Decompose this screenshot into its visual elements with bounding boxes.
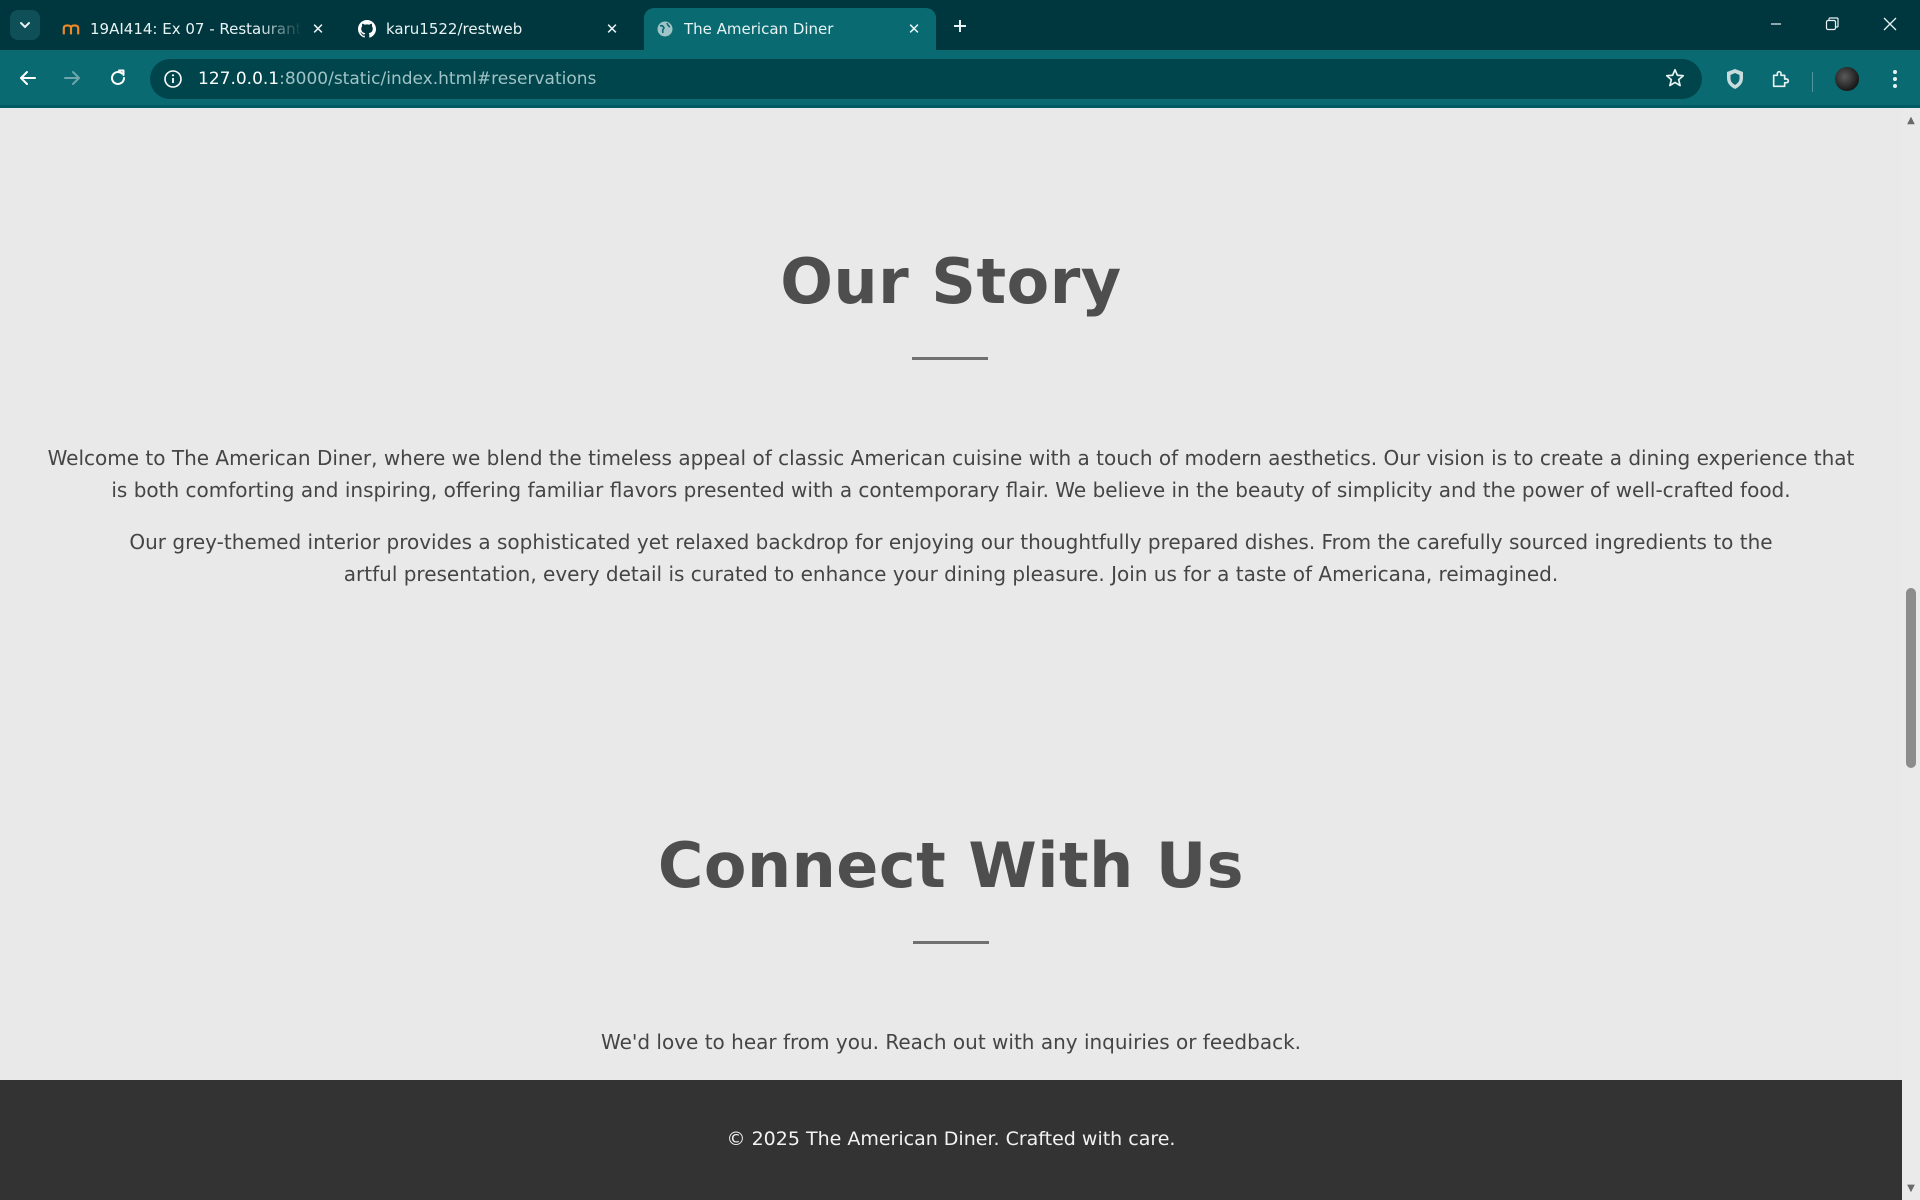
puzzle-extensions-icon[interactable] xyxy=(1766,64,1796,94)
tab-title: karu1522/restweb xyxy=(386,20,523,38)
forward-button[interactable] xyxy=(54,60,90,96)
close-icon xyxy=(1883,17,1897,31)
globe-icon xyxy=(656,20,674,38)
scroll-up-icon[interactable]: ▲ xyxy=(1902,112,1920,128)
minimize-button[interactable] xyxy=(1748,0,1804,48)
url-path: :8000/static/index.html#reservations xyxy=(279,69,597,89)
shield-extension-icon[interactable] xyxy=(1720,64,1750,94)
back-button[interactable] xyxy=(10,60,46,96)
bookmark-star-icon[interactable] xyxy=(1664,67,1686,89)
chevron-down-icon xyxy=(20,22,30,29)
address-bar[interactable]: 127.0.0.1:8000/static/index.html#reserva… xyxy=(150,59,1702,99)
site-info-icon[interactable] xyxy=(162,68,184,90)
story-title: Our Story xyxy=(780,245,1122,318)
new-tab-button[interactable] xyxy=(946,12,974,40)
close-icon[interactable]: ✕ xyxy=(308,19,328,39)
close-window-button[interactable] xyxy=(1862,0,1918,48)
footer-copyright: © 2025 The American Diner. Crafted with … xyxy=(726,1128,1176,1150)
tab-american-diner[interactable]: The American Diner ✕ xyxy=(644,8,936,50)
story-paragraph-2: Our grey-themed interior provides a soph… xyxy=(129,530,1773,586)
restore-icon xyxy=(1825,17,1839,31)
restore-button[interactable] xyxy=(1804,0,1860,48)
story-paragraph-1: Welcome to The American Diner, where we … xyxy=(47,446,1855,502)
story-divider xyxy=(912,357,988,360)
connect-title: Connect With Us xyxy=(657,829,1245,902)
tab-search-button[interactable] xyxy=(10,10,40,40)
connect-text: We'd love to hear from you. Reach out wi… xyxy=(600,1030,1302,1054)
arrow-left-icon xyxy=(20,71,36,85)
url-text: 127.0.0.1:8000/static/index.html#reserva… xyxy=(198,69,596,89)
reload-icon xyxy=(111,69,125,85)
close-icon[interactable]: ✕ xyxy=(602,19,622,39)
arrow-right-icon xyxy=(64,71,80,85)
scroll-down-icon[interactable]: ▼ xyxy=(1902,1180,1920,1196)
minimize-icon xyxy=(1771,23,1781,25)
browser-toolbar: 127.0.0.1:8000/static/index.html#reserva… xyxy=(0,50,1920,108)
tab-title: 19AI414: Ex 07 - Restaurant Website xyxy=(90,20,302,38)
tab-github[interactable]: karu1522/restweb ✕ xyxy=(346,8,634,50)
reload-button[interactable] xyxy=(100,60,136,96)
close-icon[interactable]: ✕ xyxy=(904,19,924,39)
toolbar-separator xyxy=(1812,72,1813,92)
plus-icon xyxy=(954,20,966,32)
tab-strip: 19AI414: Ex 07 - Restaurant Website ✕ ka… xyxy=(0,0,1920,50)
github-icon xyxy=(358,20,376,38)
tab-moodle[interactable]: 19AI414: Ex 07 - Restaurant Website ✕ xyxy=(50,8,340,50)
moodle-icon xyxy=(62,20,80,38)
tab-title: The American Diner xyxy=(684,20,834,38)
more-menu-icon[interactable] xyxy=(1880,64,1910,94)
scrollbar-thumb[interactable] xyxy=(1906,588,1916,768)
profile-avatar[interactable] xyxy=(1834,66,1860,92)
page-scrollbar[interactable]: ▲ ▼ xyxy=(1902,108,1920,1200)
url-host: 127.0.0.1 xyxy=(198,69,280,89)
connect-divider xyxy=(913,941,989,944)
